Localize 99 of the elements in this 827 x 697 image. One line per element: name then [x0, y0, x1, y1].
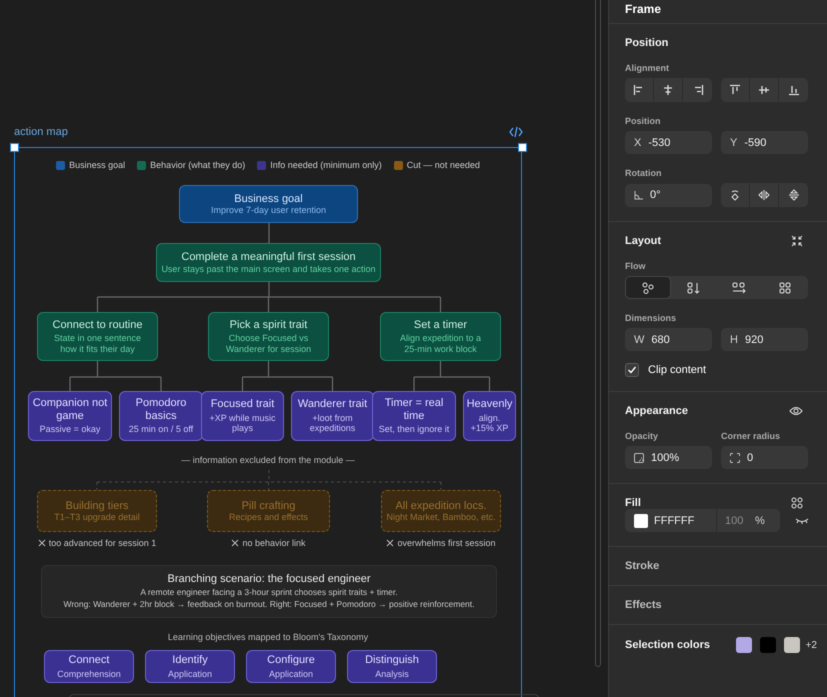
- height-field[interactable]: H 920: [721, 328, 808, 351]
- objective-node: Identify Application: [145, 650, 235, 683]
- fill-swatch[interactable]: [634, 514, 648, 528]
- horizontal-layout-icon: [732, 282, 746, 294]
- corner-radius-field[interactable]: 0: [721, 446, 808, 469]
- rotate-button[interactable]: [721, 183, 750, 207]
- align-right-button[interactable]: [683, 78, 712, 102]
- info-node: Companion not game Passive = okay: [28, 391, 112, 441]
- legend-label: Cut — not needed: [406, 160, 480, 170]
- legend-label: Business goal: [69, 160, 126, 170]
- rotation-field[interactable]: 0°: [625, 184, 712, 206]
- section-title: Position: [625, 37, 670, 49]
- field-label: Corner radius: [721, 431, 782, 441]
- legend-label: Behavior (what they do): [150, 160, 246, 170]
- eye-icon[interactable]: [789, 406, 803, 416]
- align-left-icon: [633, 84, 645, 96]
- cut-reason: no behavior link: [242, 538, 306, 548]
- flow-option[interactable]: [625, 276, 671, 299]
- align-bottom-button[interactable]: [779, 78, 808, 102]
- objective-node: Distinguish Analysis: [347, 650, 437, 683]
- section-title: Fill: [625, 497, 641, 509]
- objectives-title: Learning objectives mapped to Bloom's Taxonomy: [166, 632, 370, 642]
- flip-vertical-icon: [788, 189, 800, 201]
- corner-radius-icon: [730, 452, 740, 462]
- flip-horizontal-button[interactable]: [750, 183, 779, 207]
- info-node: Pomodoro basics 25 min on / 5 off: [119, 391, 203, 441]
- cut-node: Pill crafting Recipes and effects: [207, 490, 330, 532]
- action-node: Pick a spirit trait Choose Focused vs Wanderer for session: [208, 312, 329, 361]
- align-top-button[interactable]: [721, 78, 750, 102]
- width-field[interactable]: W 680: [625, 328, 712, 351]
- field-label: Position: [625, 116, 662, 126]
- check-icon: [627, 365, 637, 375]
- info-node: Timer = real time Set, then ignore it: [372, 391, 456, 441]
- align-middle-button[interactable]: [750, 78, 779, 102]
- resize-handle[interactable]: [10, 143, 19, 152]
- cross-icon: [231, 539, 240, 547]
- section-title: Layout: [625, 235, 662, 247]
- info-node: Focused trait +XP while music plays: [201, 391, 284, 441]
- field-label: Flow: [625, 261, 646, 271]
- grid-layout-icon: [779, 282, 792, 294]
- cross-icon: [38, 539, 46, 547]
- align-center-button[interactable]: [654, 78, 683, 102]
- section-title: Selection colors: [625, 639, 710, 651]
- angle-icon: [634, 190, 643, 200]
- field-label: Dimensions: [625, 313, 678, 323]
- fill-field[interactable]: FFFFFF 100 %: [625, 509, 780, 532]
- vertical-layout-icon: [686, 282, 701, 294]
- connector-line: [268, 223, 270, 243]
- y-field[interactable]: Y -590: [721, 131, 808, 154]
- align-middle-icon: [758, 84, 770, 96]
- color-swatch[interactable]: [784, 637, 800, 653]
- info-node: Wanderer trait +loot from expeditions: [291, 391, 374, 441]
- checkbox-label: Clip content: [648, 364, 706, 376]
- scenario-title: Branching scenario: the focused engineer: [167, 572, 371, 585]
- action-node: Connect to routine State in one sentence how it fits their day: [37, 312, 158, 361]
- frame-label[interactable]: action map: [14, 126, 68, 138]
- field-label: Rotation: [625, 168, 662, 178]
- styles-icon[interactable]: [791, 497, 803, 509]
- align-center-icon: [662, 84, 674, 96]
- legend-label: Info needed (minimum only): [270, 160, 382, 170]
- rotate-icon: [729, 189, 741, 201]
- x-field[interactable]: X -530: [625, 131, 712, 154]
- behavior-node: Complete a meaningful first session User stays past the main screen and takes one action: [156, 243, 381, 282]
- cut-node: Building tiers T1–T3 upgrade detail: [37, 490, 157, 532]
- objective-node: Configure Application: [246, 650, 336, 683]
- flip-horizontal-icon: [758, 189, 770, 201]
- opacity-field[interactable]: 100%: [625, 446, 712, 469]
- checkbox[interactable]: [625, 363, 639, 377]
- cut-reason: overwhelms first session: [397, 538, 496, 548]
- section-title: Stroke: [625, 560, 660, 572]
- field-label: Opacity: [625, 431, 660, 441]
- cut-reason: too advanced for session 1: [48, 538, 156, 548]
- info-node: Heavenly align. +15% XP: [463, 391, 516, 441]
- section-title: Effects: [625, 599, 663, 611]
- scrollbar[interactable]: [595, 0, 601, 667]
- scenario-text: Wrong: Wanderer + 2hr block → feedback on burnout. Right: Focused + Pomodoro → positive reinforcement.: [63, 598, 475, 610]
- resize-handle[interactable]: [518, 143, 527, 152]
- align-top-icon: [729, 84, 741, 96]
- color-swatch[interactable]: [736, 637, 752, 653]
- align-bottom-icon: [788, 84, 800, 96]
- scenario-text: A remote engineer facing a 3-hour sprint chooses spirit traits + timer.: [140, 586, 398, 598]
- section-title: Appearance: [625, 405, 688, 417]
- section-caption: — information excluded from the module —: [180, 455, 356, 465]
- goal-node: Business goal Improve 7-day user retention: [179, 185, 358, 223]
- action-node: Set a timer Align expedition to a 25-min work block: [380, 312, 501, 361]
- code-icon[interactable]: [509, 126, 523, 138]
- field-label: Alignment: [625, 63, 670, 73]
- cross-icon: [386, 539, 394, 547]
- collapse-icon[interactable]: [791, 235, 803, 247]
- align-left-button[interactable]: [625, 78, 654, 102]
- color-swatch[interactable]: [760, 637, 776, 653]
- objective-node: Connect Comprehension: [44, 650, 134, 683]
- cut-node: All expedition locs. Night Market, Bamboo, etc.: [381, 490, 501, 532]
- opacity-icon: [634, 452, 644, 462]
- flip-vertical-button[interactable]: [779, 183, 808, 207]
- panel-title: Frame: [625, 2, 662, 16]
- more-colors-count[interactable]: +2: [806, 640, 817, 650]
- freeform-layout-icon: [642, 282, 654, 294]
- hidden-eye-icon[interactable]: [795, 516, 809, 524]
